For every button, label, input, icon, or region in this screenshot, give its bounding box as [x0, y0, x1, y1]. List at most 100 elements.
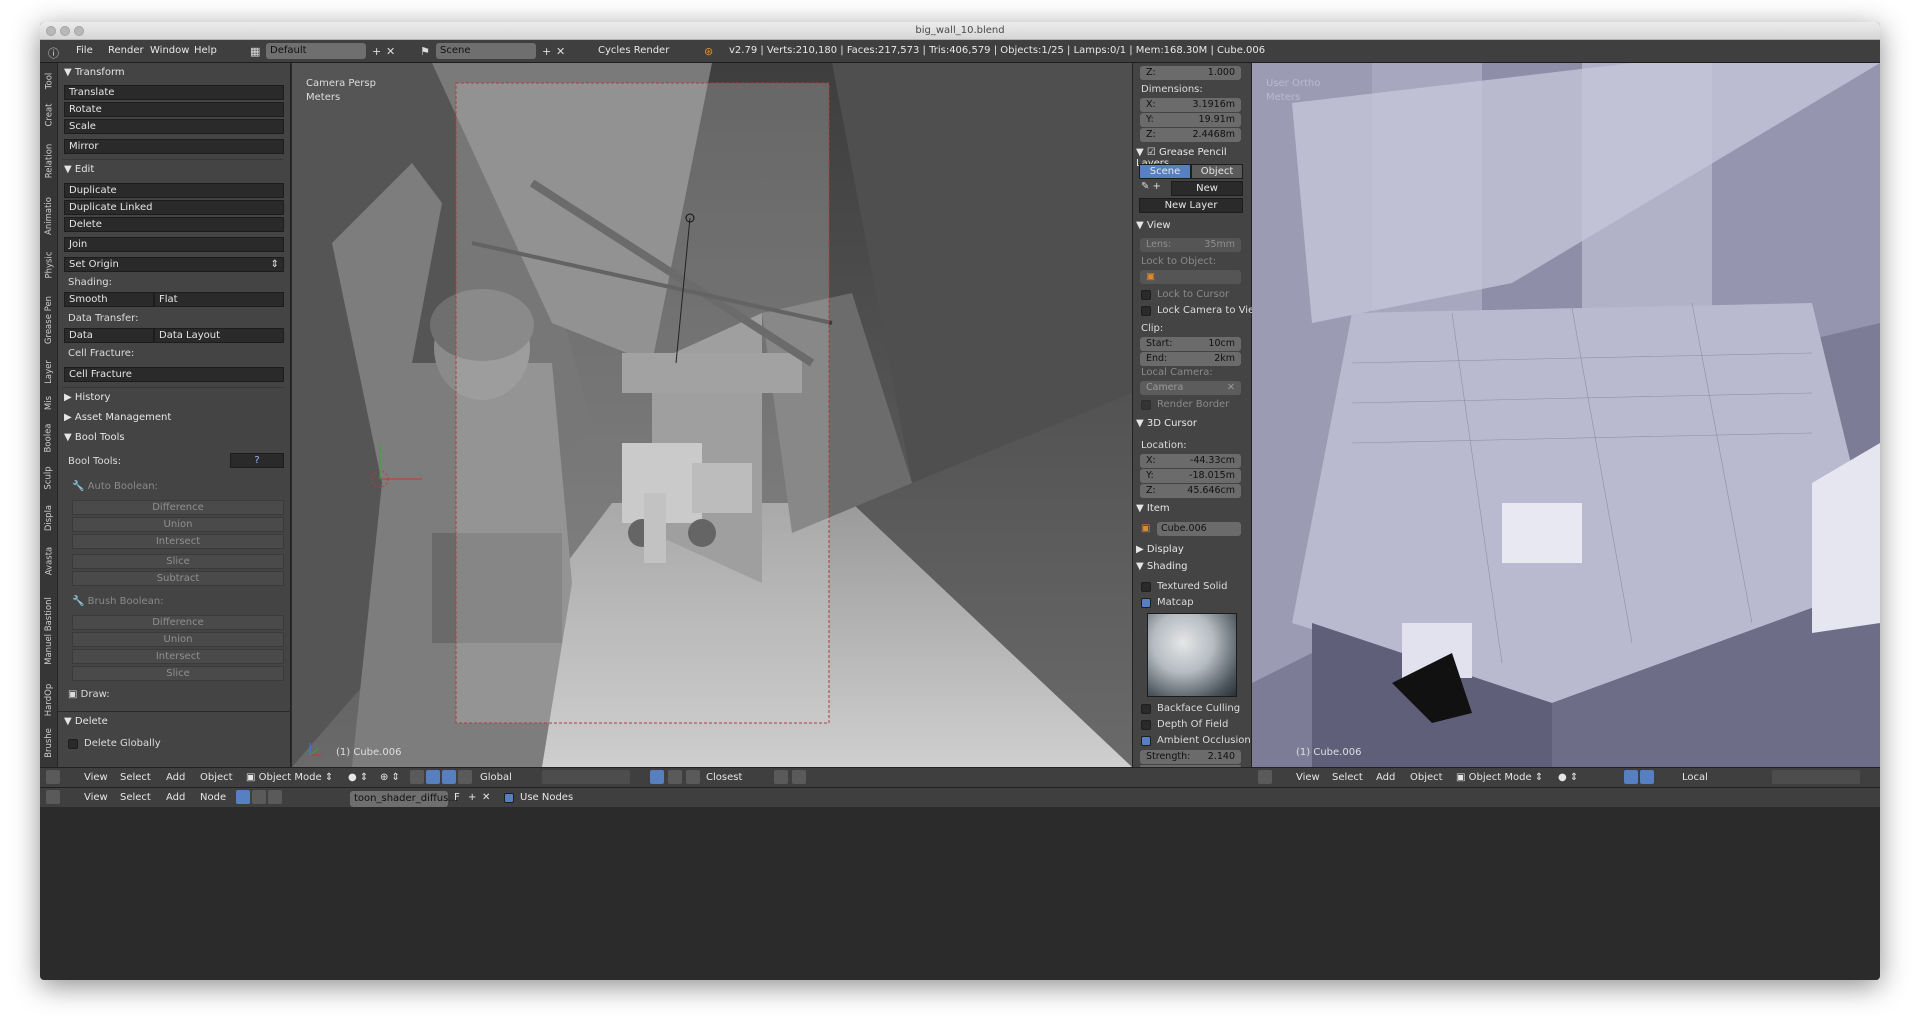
- proportional-icon[interactable]: [668, 770, 682, 784]
- render-border-checkbox[interactable]: [1141, 400, 1151, 410]
- snap-icon[interactable]: [686, 770, 700, 784]
- add-menu[interactable]: Add: [166, 772, 185, 783]
- ortho-orientation-select[interactable]: Local: [1682, 772, 1708, 783]
- manipulator-toggle-icon[interactable]: [410, 770, 424, 784]
- flat-button[interactable]: Flat: [154, 292, 284, 307]
- scene-field[interactable]: Scene: [436, 43, 536, 59]
- translate-manipulator-icon[interactable]: [1624, 770, 1638, 784]
- delete-button[interactable]: Delete: [64, 217, 284, 232]
- editor-type-icon[interactable]: [1258, 770, 1272, 784]
- mirror-button[interactable]: Mirror: [64, 139, 284, 154]
- ortho-layer-buttons[interactable]: [1772, 770, 1860, 784]
- pivot-icon[interactable]: ⊕ ⇕: [380, 772, 400, 783]
- display-panel-header[interactable]: ▶ Display: [1136, 544, 1184, 555]
- node-add-menu[interactable]: Add: [166, 792, 185, 803]
- rotate-manipulator-icon[interactable]: [1640, 770, 1654, 784]
- ortho-mode-select[interactable]: ▣ Object Mode ⇕: [1456, 772, 1543, 783]
- tool-shelf-tab[interactable]: Relation: [41, 134, 57, 189]
- tool-shelf-tab[interactable]: Sculp: [41, 459, 57, 496]
- rotate-manipulator-icon[interactable]: [442, 770, 456, 784]
- item-name-field[interactable]: Cube.006: [1157, 522, 1241, 536]
- data-button[interactable]: Data: [64, 328, 154, 343]
- textured-solid-checkbox[interactable]: [1141, 582, 1151, 592]
- dim-z-field[interactable]: Z: 2.4468m: [1140, 128, 1241, 142]
- transform-panel-header[interactable]: ▼ Transform: [62, 65, 280, 82]
- tool-shelf-tab[interactable]: Animatio: [41, 189, 57, 244]
- matcap-checkbox[interactable]: [1141, 598, 1151, 608]
- ortho-viewport[interactable]: User Ortho Meters (1) Cube.006: [1252, 63, 1880, 767]
- depth-of-field-checkbox[interactable]: [1141, 720, 1151, 730]
- clear-camera-icon[interactable]: ✕: [1227, 382, 1235, 393]
- cell-fracture-button[interactable]: Cell Fracture: [64, 367, 284, 382]
- ortho-view-menu[interactable]: View: [1296, 772, 1320, 783]
- snap-target-select[interactable]: Closest: [706, 772, 742, 783]
- tool-shelf-tab[interactable]: Avasta: [41, 540, 57, 583]
- texture-nodes-icon[interactable]: [268, 790, 282, 804]
- camera-viewport[interactable]: Camera Persp Meters (1) Cube.006: [292, 63, 1132, 767]
- tool-shelf-tab[interactable]: HardOp: [41, 679, 57, 722]
- tool-shelf-tab[interactable]: Grease Pen: [41, 287, 57, 354]
- rotate-button[interactable]: Rotate: [64, 102, 284, 117]
- camera-render-icon[interactable]: [792, 770, 806, 784]
- ao-strength-field[interactable]: Strength: 2.140: [1140, 750, 1241, 764]
- matcap-preview[interactable]: [1147, 613, 1237, 697]
- gp-new-layer-button[interactable]: New Layer: [1139, 198, 1243, 213]
- add-material-icon[interactable]: +: [468, 792, 476, 803]
- bool-tools-help-icon[interactable]: ?: [230, 453, 284, 468]
- brush-intersect-button[interactable]: Intersect: [72, 649, 284, 664]
- tool-shelf-tab[interactable]: Physic: [41, 243, 57, 286]
- render-engine-select[interactable]: Cycles Render: [598, 45, 669, 56]
- lock-object-field[interactable]: ▣: [1140, 270, 1241, 284]
- tool-shelf-tab[interactable]: Creat: [41, 96, 57, 133]
- view-panel-header[interactable]: ▼ View: [1136, 220, 1171, 231]
- brush-difference-button[interactable]: Difference: [72, 615, 284, 630]
- history-panel-header[interactable]: ▶ History: [62, 390, 280, 407]
- use-nodes-checkbox[interactable]: [504, 793, 514, 803]
- cursor-z-field[interactable]: Z: 45.646cm: [1140, 484, 1241, 498]
- ortho-add-menu[interactable]: Add: [1376, 772, 1395, 783]
- lock-icon[interactable]: [650, 770, 664, 784]
- object-menu[interactable]: Object: [200, 772, 233, 783]
- auto-intersect-button[interactable]: Intersect: [72, 534, 284, 549]
- pencil-icon[interactable]: ✎ +: [1141, 181, 1161, 192]
- backface-culling-checkbox[interactable]: [1141, 704, 1151, 714]
- tool-shelf-tab[interactable]: Brushe: [41, 722, 57, 765]
- add-layout-icon[interactable]: +: [372, 45, 381, 58]
- ortho-select-menu[interactable]: Select: [1332, 772, 1363, 783]
- tool-shelf-tab[interactable]: Mis: [41, 390, 57, 415]
- orientation-select[interactable]: Global: [480, 772, 512, 783]
- menu-render[interactable]: Render: [108, 45, 144, 56]
- cursor-x-field[interactable]: X: -44.33cm: [1140, 454, 1241, 468]
- lock-to-cursor-checkbox[interactable]: [1141, 290, 1151, 300]
- node-view-menu[interactable]: View: [84, 792, 108, 803]
- auto-subtract-button[interactable]: Subtract: [72, 571, 284, 586]
- layout-field[interactable]: Default: [266, 43, 366, 59]
- cursor-y-field[interactable]: Y: -18.015m: [1140, 469, 1241, 483]
- smooth-button[interactable]: Smooth: [64, 292, 154, 307]
- clip-start-field[interactable]: Start: 10cm: [1140, 337, 1241, 351]
- item-panel-header[interactable]: ▼ Item: [1136, 503, 1170, 514]
- mode-select[interactable]: ▣ Object Mode ⇕: [246, 772, 333, 783]
- remove-scene-icon[interactable]: ✕: [556, 45, 565, 58]
- scale-manipulator-icon[interactable]: [458, 770, 472, 784]
- auto-union-button[interactable]: Union: [72, 517, 284, 532]
- auto-slice-button[interactable]: Slice: [72, 554, 284, 569]
- delete-panel-header[interactable]: ▼ Delete: [62, 714, 280, 731]
- translate-button[interactable]: Translate: [64, 85, 284, 100]
- data-layout-button[interactable]: Data Layout: [154, 328, 284, 343]
- duplicate-linked-button[interactable]: Duplicate Linked: [64, 200, 284, 215]
- node-select-menu[interactable]: Select: [120, 792, 151, 803]
- edit-panel-header[interactable]: ▼ Edit: [62, 162, 280, 179]
- info-editor-icon[interactable]: ⓘ: [48, 45, 59, 61]
- shader-nodes-icon[interactable]: [236, 790, 250, 804]
- remove-layout-icon[interactable]: ✕: [386, 45, 395, 58]
- brush-slice-button[interactable]: Slice: [72, 666, 284, 681]
- bool-tools-panel-header[interactable]: ▼ Bool Tools: [62, 430, 280, 447]
- tool-shelf-tab[interactable]: Displa: [41, 496, 57, 539]
- menu-window[interactable]: Window: [150, 45, 189, 56]
- ambient-occlusion-checkbox[interactable]: [1141, 736, 1151, 746]
- gp-scene-tab[interactable]: Scene: [1139, 164, 1191, 179]
- gp-new-button[interactable]: New: [1171, 181, 1243, 196]
- tool-shelf-tab[interactable]: Manuel Bastionl: [41, 583, 57, 679]
- dim-x-field[interactable]: X: 3.1916m: [1140, 98, 1241, 112]
